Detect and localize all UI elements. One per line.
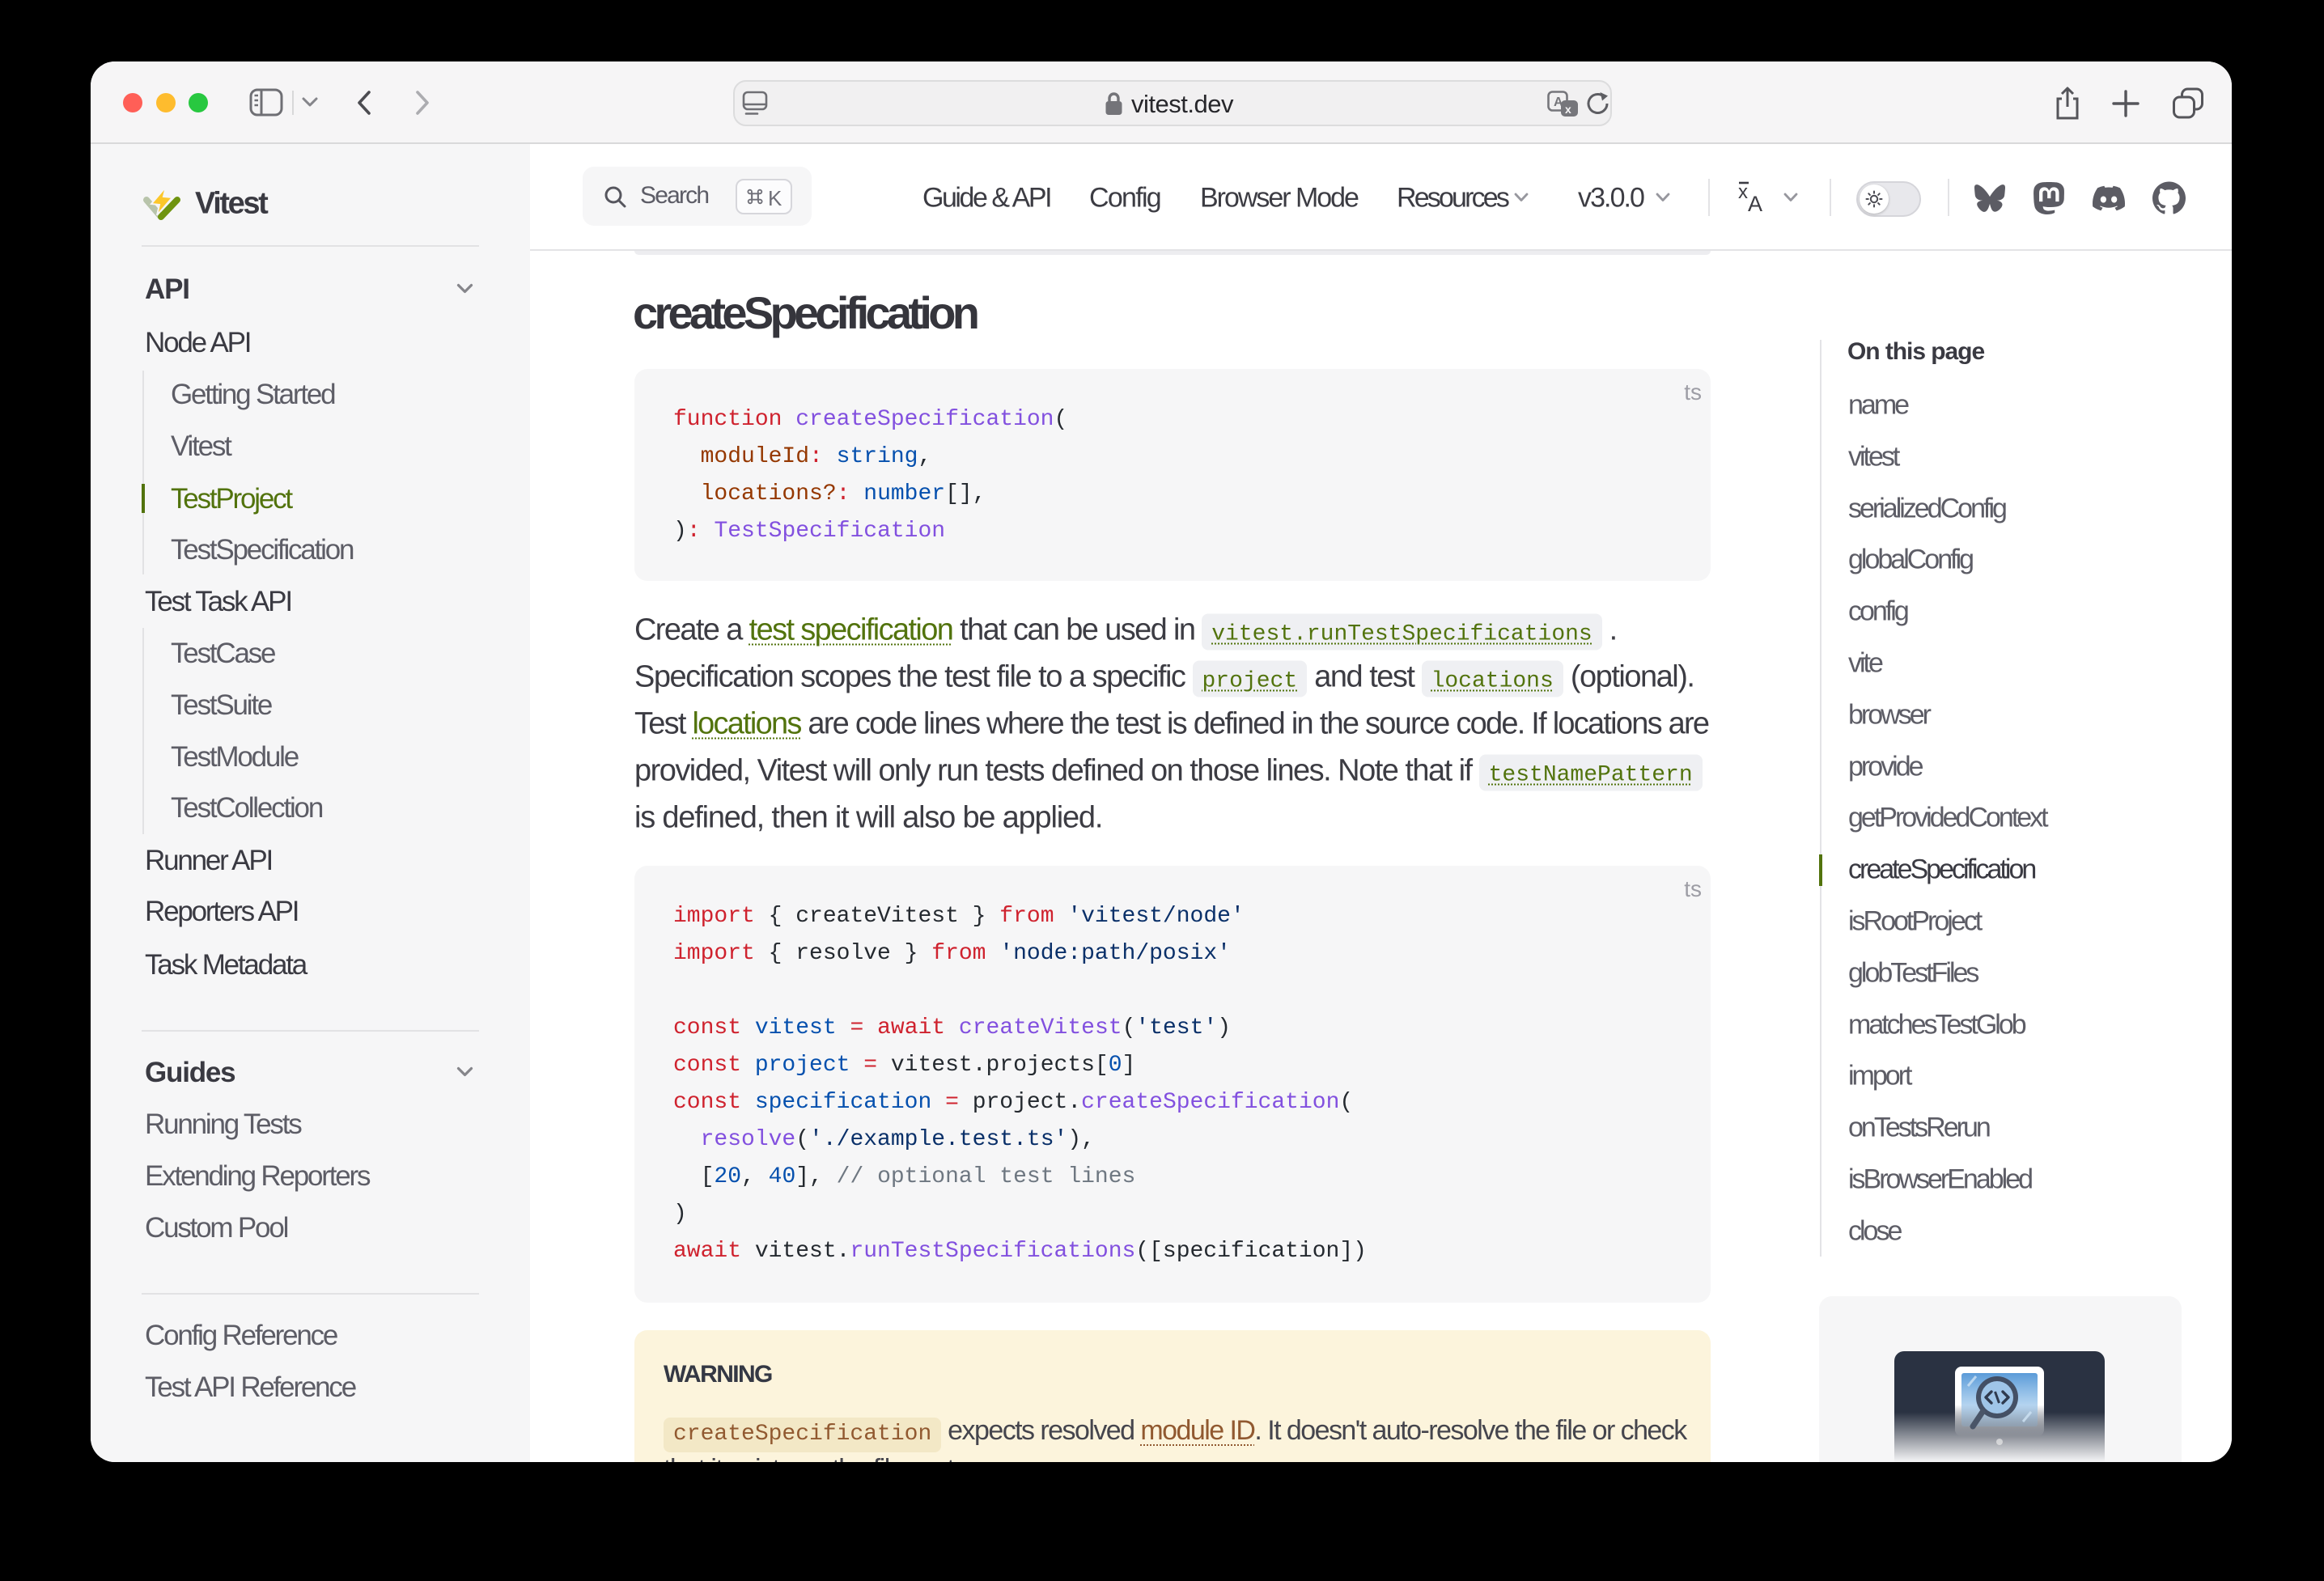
svg-text:A: A	[1748, 192, 1762, 216]
svg-text:x: x	[1565, 103, 1571, 116]
svg-text:x: x	[1738, 181, 1748, 203]
